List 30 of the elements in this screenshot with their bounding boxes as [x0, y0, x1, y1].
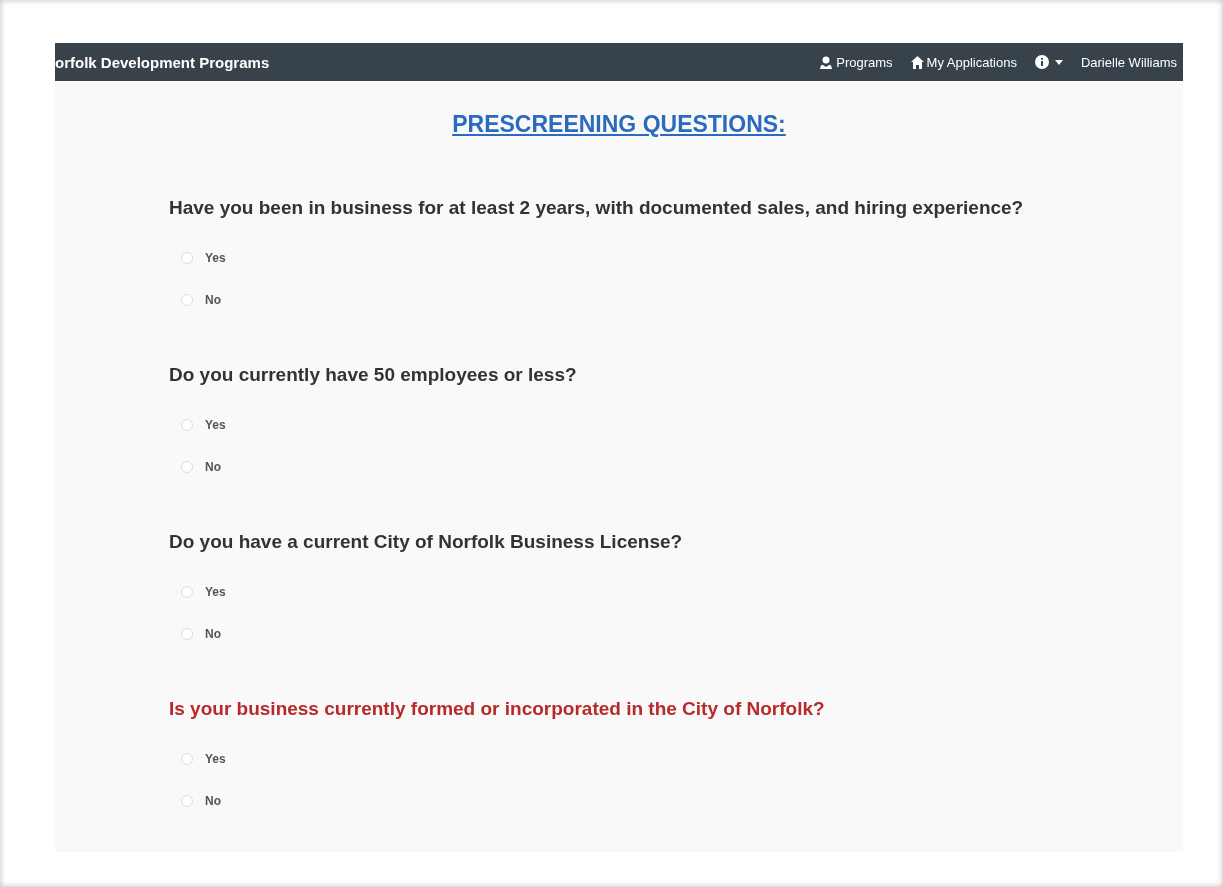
radio-button[interactable] [181, 419, 193, 431]
radio-button[interactable] [181, 753, 193, 765]
radio-button[interactable] [181, 628, 193, 640]
info-menu-button[interactable] [1034, 55, 1063, 69]
home-icon [910, 55, 924, 69]
page-heading: PRESCREENING QUESTIONS: [451, 111, 787, 139]
radio-button[interactable] [181, 294, 193, 306]
radio-button[interactable] [181, 586, 193, 598]
people-icon [819, 55, 834, 69]
nav-link[interactable]: Programs [819, 54, 893, 70]
option-label: No [205, 460, 221, 474]
radio-button[interactable] [181, 795, 193, 807]
info-icon [1034, 55, 1049, 69]
question-text: Do you currently have 50 employees or less? [169, 363, 578, 386]
option-label: Yes [205, 418, 226, 432]
option-label: No [205, 293, 221, 307]
option-label: No [205, 627, 221, 641]
user-name-link[interactable]: Darielle Williams [1080, 54, 1177, 70]
radio-button[interactable] [181, 461, 193, 473]
radio-button[interactable] [181, 252, 193, 264]
option-label: Yes [205, 585, 226, 599]
nav-link[interactable]: My Applications [910, 54, 1017, 70]
question-text: Do you have a current City of Norfolk Business License? [169, 530, 684, 553]
option-label: Yes [205, 251, 226, 265]
caret-icon [1054, 59, 1063, 65]
question-text: Have you been in business for at least 2 years, with documented sales, and hiring experience? [169, 196, 1025, 219]
question-text: Is your business currently formed or incorporated in the City of Norfolk? [169, 697, 826, 720]
option-label: No [205, 794, 221, 808]
brand-title[interactable]: orfolk Development Programs [55, 53, 270, 71]
option-label: Yes [205, 752, 226, 766]
